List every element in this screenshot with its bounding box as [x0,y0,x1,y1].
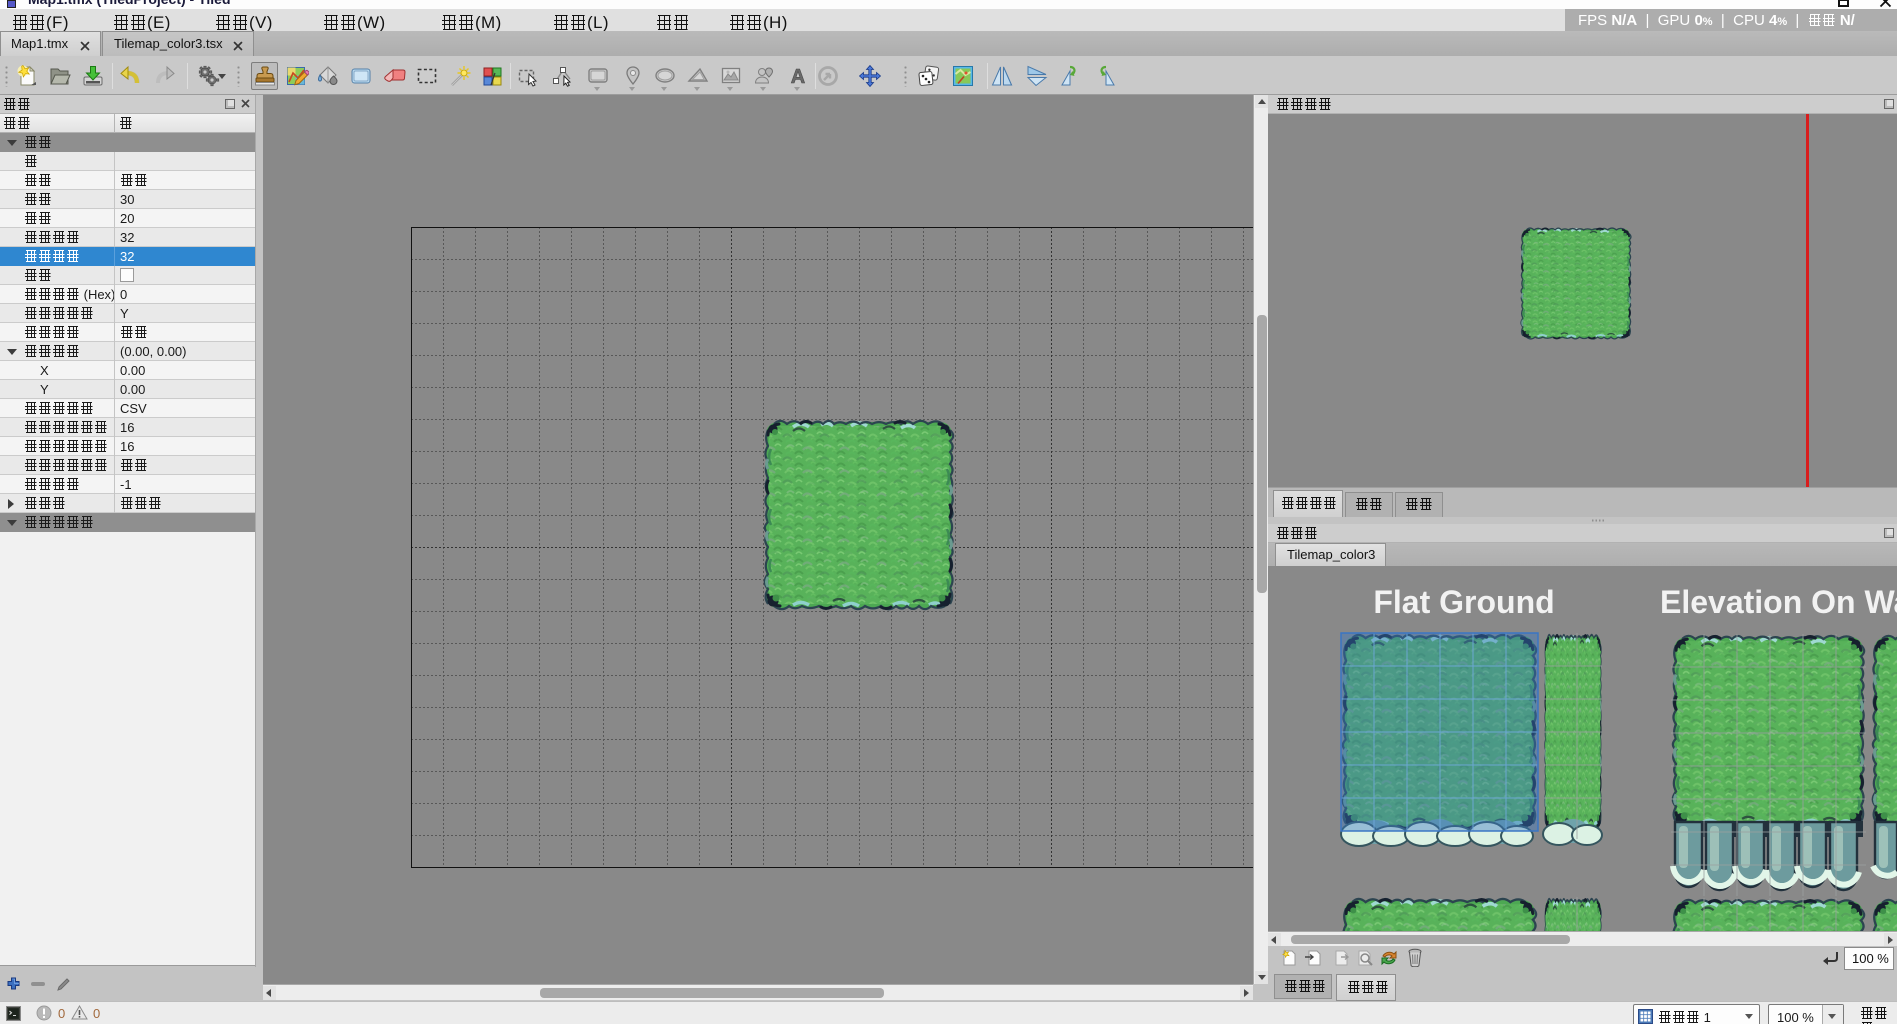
svg-text:Elevation On Wall: Elevation On Wall [1660,584,1897,620]
svg-text:Flat Ground: Flat Ground [1373,584,1554,620]
svg-text:A: A [791,66,805,88]
